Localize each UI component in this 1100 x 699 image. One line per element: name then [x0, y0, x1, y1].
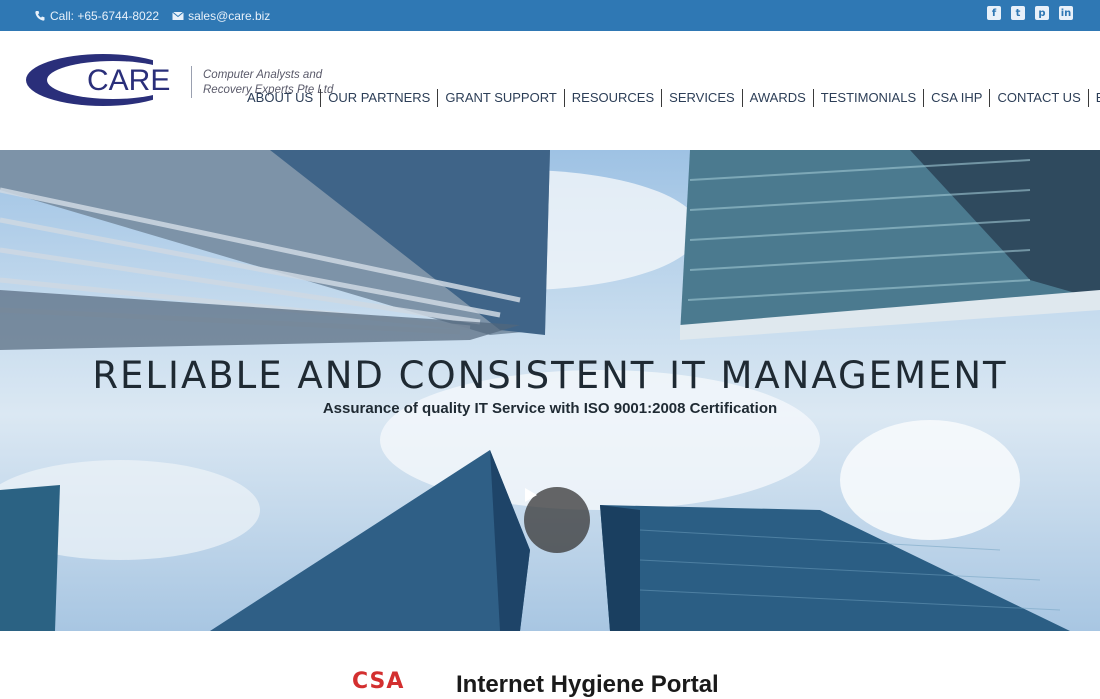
- envelope-icon: [172, 11, 184, 20]
- phone-text: Call: +65-6744-8022: [50, 9, 160, 23]
- nav-testimonials[interactable]: TESTIMONIALS: [814, 89, 925, 107]
- brand-text: CARE: [87, 64, 170, 97]
- contact-info: Call: +65-6744-8022 sales@care.biz: [34, 9, 283, 23]
- site-header: CARE Computer Analysts and Recovery Expe…: [0, 31, 1100, 150]
- hero-headline: RELIABLE AND CONSISTENT IT MANAGEMENT: [92, 354, 1008, 397]
- nav-services[interactable]: SERVICES: [662, 89, 743, 107]
- play-icon: [525, 488, 537, 502]
- portal-title: Internet Hygiene Portal: [456, 671, 719, 698]
- email-text: sales@care.biz: [188, 9, 271, 23]
- play-video-button[interactable]: [524, 487, 590, 553]
- main-nav: ABOUT US OUR PARTNERS GRANT SUPPORT RESO…: [240, 89, 1100, 107]
- pinterest-icon[interactable]: p: [1035, 6, 1049, 20]
- csa-logo[interactable]: CSA: [352, 669, 404, 694]
- phone-link[interactable]: Call: +65-6744-8022: [34, 9, 159, 23]
- logo-divider: [191, 66, 192, 98]
- nav-awards[interactable]: AWARDS: [743, 89, 814, 107]
- care-logo-mark: CARE: [26, 54, 185, 106]
- nav-our-partners[interactable]: OUR PARTNERS: [321, 89, 439, 107]
- linkedin-icon[interactable]: in: [1059, 6, 1073, 20]
- portal-section: CSA Internet Hygiene Portal: [0, 631, 1100, 698]
- nav-about-us[interactable]: ABOUT US: [240, 89, 322, 107]
- email-link[interactable]: sales@care.biz: [172, 9, 270, 23]
- facebook-icon[interactable]: f: [987, 6, 1001, 20]
- social-links: f t p in: [977, 6, 1073, 20]
- twitter-icon[interactable]: t: [1011, 6, 1025, 20]
- nav-blog[interactable]: BLOG: [1089, 89, 1100, 107]
- hero-banner: RELIABLE AND CONSISTENT IT MANAGEMENT As…: [0, 150, 1100, 631]
- nav-resources[interactable]: RESOURCES: [565, 89, 663, 107]
- tagline-line-1: Computer Analysts and: [203, 69, 323, 81]
- phone-icon: [35, 11, 45, 21]
- top-bar: Call: +65-6744-8022 sales@care.biz f t p…: [0, 0, 1100, 31]
- nav-contact-us[interactable]: CONTACT US: [990, 89, 1089, 107]
- nav-grant-support[interactable]: GRANT SUPPORT: [438, 89, 565, 107]
- hero-subline: Assurance of quality IT Service with ISO…: [322, 400, 778, 417]
- nav-csa-ihp[interactable]: CSA IHP: [924, 89, 991, 107]
